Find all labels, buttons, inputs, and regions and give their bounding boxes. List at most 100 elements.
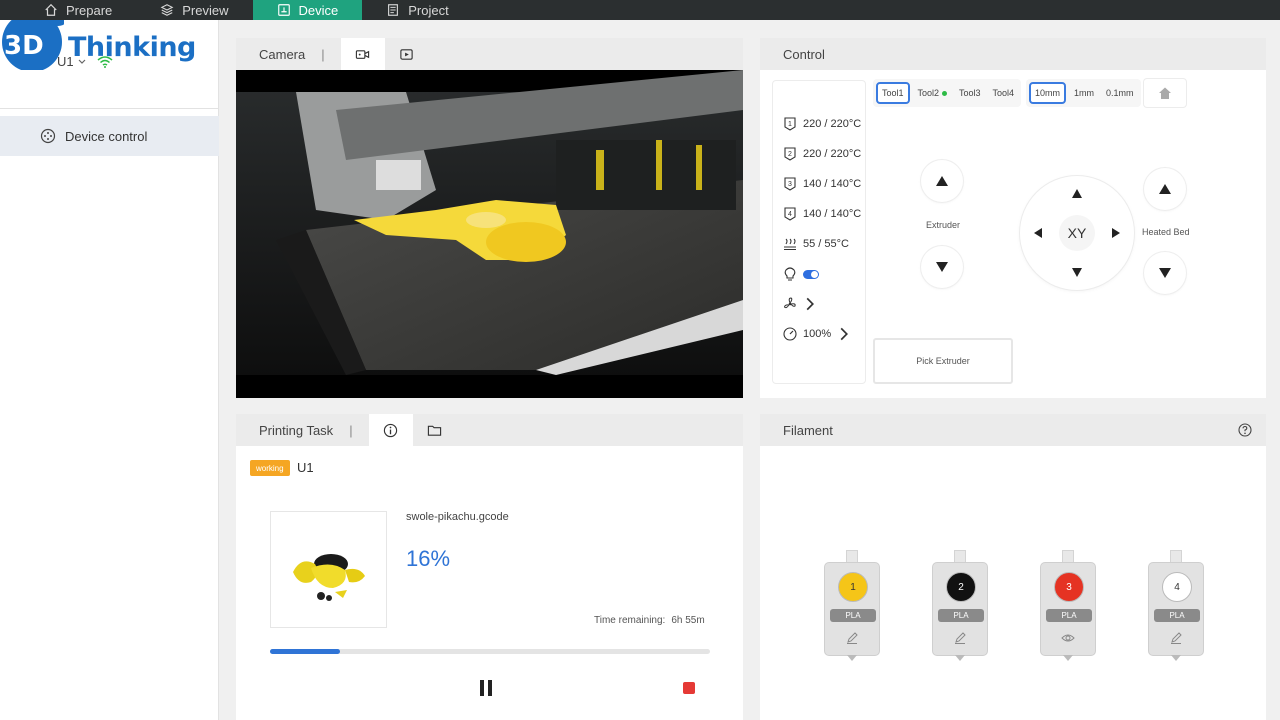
filament-type: PLA: [1046, 609, 1092, 622]
wifi-icon: [97, 56, 113, 68]
nozzle-2-temp-value: 220 / 220°C: [803, 148, 862, 160]
file-name: swole-pikachu.gcode: [406, 511, 509, 523]
tab-preview-label: Preview: [182, 2, 229, 18]
help-icon[interactable]: [1238, 423, 1252, 437]
control-body: 1 220 / 220°C 2 220 / 220°C 3 140 / 140°…: [760, 70, 1266, 398]
spool-tip: [847, 655, 857, 661]
x-plus-button[interactable]: [1110, 227, 1122, 239]
model-preview-image: [293, 554, 365, 601]
filament-slot[interactable]: 3 PLA: [1040, 550, 1096, 662]
info-icon: [383, 423, 398, 437]
tab-prepare[interactable]: Prepare: [20, 0, 136, 20]
pause-button[interactable]: [478, 680, 494, 696]
bed-up-button[interactable]: [1144, 168, 1186, 210]
tool-3-button[interactable]: Tool3: [955, 82, 985, 104]
tab-preview[interactable]: Preview: [136, 0, 252, 20]
sidebar-item-device-control[interactable]: Device control: [0, 116, 219, 156]
xy-label: XY: [1067, 225, 1087, 241]
spool-neck: [1170, 550, 1182, 562]
filament-title: Filament: [783, 422, 833, 438]
tool-3-label: Tool3: [959, 88, 981, 98]
sidebar-item-label: Device control: [65, 128, 148, 144]
edit-icon[interactable]: [845, 631, 859, 645]
bed-down-button[interactable]: [1144, 252, 1186, 294]
task-device-name: U1: [297, 460, 314, 475]
chevron-right-icon: [840, 327, 849, 341]
extruder-up-button[interactable]: [921, 160, 963, 202]
filament-panel: Filament 1 PLA 2 PLA 3 PLA 4 PLA: [760, 414, 1266, 720]
layers-icon: [160, 4, 174, 16]
filament-slot[interactable]: 4 PLA: [1148, 550, 1204, 662]
progress-bar: [270, 649, 710, 654]
status-badge: working: [250, 460, 290, 476]
speed-value: 100%: [803, 328, 832, 340]
task-info-tab[interactable]: [368, 414, 413, 446]
light-toggle[interactable]: [803, 269, 819, 279]
camera-panel: Camera |: [236, 38, 743, 398]
y-minus-button[interactable]: [1071, 266, 1083, 278]
nozzle-1-icon: 1: [784, 117, 796, 131]
svg-text:3: 3: [788, 181, 792, 188]
pause-icon-bar: [480, 680, 484, 696]
tool-2-button[interactable]: Tool2: [914, 82, 952, 104]
extruder-label: Extruder: [926, 220, 961, 230]
video-tab[interactable]: [340, 38, 385, 70]
bed-temp[interactable]: 55 / 55°C: [783, 237, 849, 251]
pick-extruder-button[interactable]: Pick Extruder: [873, 338, 1013, 384]
control-header: Control: [760, 38, 1266, 70]
task-header: Printing Task |: [236, 414, 743, 446]
time-remaining: Time remaining: 6h 55m: [594, 615, 705, 626]
filament-slot[interactable]: 2 PLA: [932, 550, 988, 662]
printing-task-panel: Printing Task | working U1 swole-pikachu…: [236, 414, 743, 720]
fan-row[interactable]: [783, 297, 817, 311]
bed-temp-value: 55 / 55°C: [803, 238, 849, 250]
home-button[interactable]: [1143, 78, 1187, 108]
nozzle-2-temp[interactable]: 2 220 / 220°C: [783, 147, 861, 161]
y-plus-button[interactable]: [1071, 188, 1083, 200]
model-thumbnail: [270, 511, 387, 628]
spool-tip: [955, 655, 965, 661]
svg-text:3D: 3D: [4, 31, 44, 61]
pause-icon-bar: [488, 680, 492, 696]
filament-type: PLA: [938, 609, 984, 622]
sidebar: 3D Thinking U1 Device control: [0, 20, 219, 720]
fan-icon: [783, 297, 796, 309]
arrow-up-icon: [936, 176, 948, 186]
tab-project[interactable]: Project: [362, 0, 472, 20]
speed-row[interactable]: 100%: [783, 327, 851, 341]
light-bulb-icon: [784, 267, 796, 281]
x-minus-button[interactable]: [1032, 227, 1044, 239]
stop-button[interactable]: [683, 682, 695, 694]
spool-color-swatch: 4: [1162, 572, 1192, 602]
step-1mm-button[interactable]: 1mm: [1070, 82, 1098, 104]
control-title: Control: [783, 46, 825, 62]
extruder-down-button[interactable]: [921, 246, 963, 288]
step-0-1mm-button[interactable]: 0.1mm: [1102, 82, 1138, 104]
step-selector: 10mm 1mm 0.1mm: [1026, 79, 1141, 107]
time-remaining-label: Time remaining:: [594, 615, 666, 626]
step-10mm-button[interactable]: 10mm: [1029, 82, 1067, 104]
edit-icon[interactable]: [953, 631, 967, 645]
recording-tab[interactable]: [385, 38, 429, 70]
slot-number: 1: [850, 581, 856, 593]
device-selector[interactable]: U1: [57, 54, 86, 69]
eye-icon[interactable]: [1061, 631, 1075, 645]
spool-color-swatch: 2: [946, 572, 976, 602]
nozzle-3-temp[interactable]: 3 140 / 140°C: [783, 177, 861, 191]
spool-body: 4 PLA: [1148, 562, 1204, 656]
camera-header: Camera |: [236, 38, 743, 70]
tool-4-button[interactable]: Tool4: [989, 82, 1019, 104]
xy-home-button[interactable]: XY: [1059, 215, 1095, 251]
nozzle-4-temp[interactable]: 4 140 / 140°C: [783, 207, 861, 221]
logo-text: Thinking: [68, 32, 196, 63]
tool-1-button[interactable]: Tool1: [876, 82, 910, 104]
tab-device[interactable]: Device: [252, 0, 363, 20]
slot-number: 3: [1066, 581, 1072, 593]
task-body: working U1 swole-pikachu.gcode 16% Time …: [236, 446, 743, 720]
device-name: U1: [57, 54, 74, 69]
nozzle-1-temp[interactable]: 1 220 / 220°C: [783, 117, 861, 131]
edit-icon[interactable]: [1169, 631, 1183, 645]
active-tool-dot: [942, 90, 948, 96]
filament-slot[interactable]: 1 PLA: [824, 550, 880, 662]
task-files-tab[interactable]: [413, 414, 457, 446]
